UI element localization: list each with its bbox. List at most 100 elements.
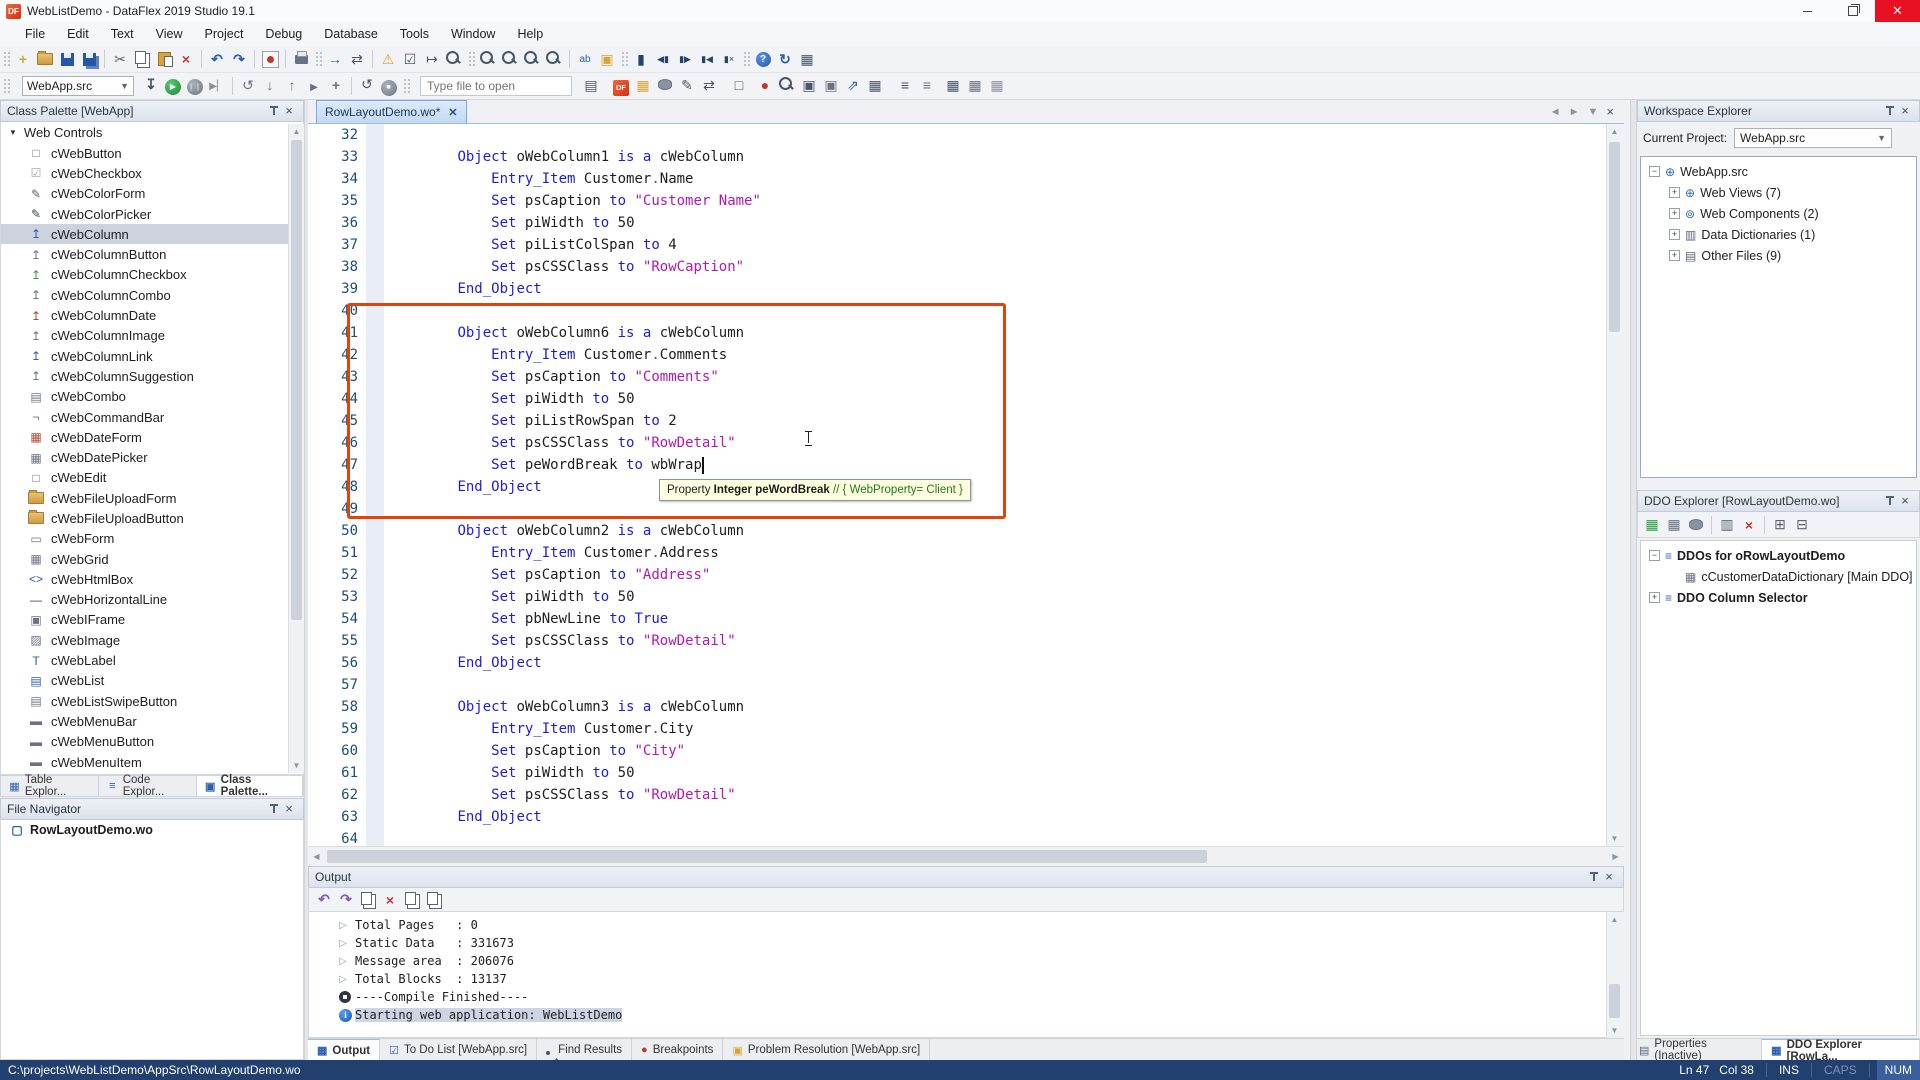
- warnings-icon[interactable]: ⚠: [377, 48, 399, 70]
- link-icon[interactable]: ⇗: [842, 75, 864, 97]
- print-icon[interactable]: [290, 48, 312, 70]
- palette-item-cwebcolorpicker[interactable]: ✎ cWebColorPicker: [1, 204, 303, 224]
- refresh-icon[interactable]: ↻: [774, 48, 796, 70]
- palette-item-cwebhorizontalline[interactable]: — cWebHorizontalLine: [1, 590, 303, 610]
- delete-icon[interactable]: ×: [175, 48, 197, 70]
- code-line[interactable]: 43 Set psCaption to "Comments": [308, 366, 1606, 388]
- grid-config-icon[interactable]: ▦: [986, 75, 1008, 97]
- menu-window[interactable]: Window: [440, 23, 506, 45]
- code-line[interactable]: 63 End_Object: [308, 806, 1606, 828]
- scroll-down-icon[interactable]: ▼: [1607, 1023, 1622, 1038]
- undo-icon[interactable]: ↶: [206, 48, 228, 70]
- save-icon[interactable]: [56, 48, 78, 70]
- code-line[interactable]: 53 Set piWidth to 50: [308, 586, 1606, 608]
- palette-item-cwebhtmlbox[interactable]: <> cWebHtmlBox: [1, 569, 303, 589]
- tree-item-webapp-src[interactable]: − ⊕ WebApp.src: [1641, 161, 1916, 182]
- palette-item-cwebcolumn[interactable]: ↥ cWebColumn: [1, 224, 303, 245]
- scroll-left-icon[interactable]: ◀: [308, 848, 325, 865]
- run-to-cursor-icon[interactable]: ▶: [303, 76, 325, 98]
- code-line[interactable]: 39 End_Object: [308, 278, 1606, 300]
- tree-item-web-components--2-[interactable]: + ⊚ Web Components (2): [1641, 203, 1916, 224]
- tab-scroll-right-icon[interactable]: ►: [1569, 106, 1580, 118]
- cut-icon[interactable]: ✂: [109, 48, 131, 70]
- code-line[interactable]: 44 Set piWidth to 50: [308, 388, 1606, 410]
- output-undo-icon[interactable]: ↶: [313, 889, 335, 911]
- code-line[interactable]: 32: [308, 124, 1606, 146]
- palette-item-cwebbutton[interactable]: □ cWebButton: [1, 143, 303, 163]
- palette-item-cwebcolumncheckbox[interactable]: ↥ cWebColumnCheckbox: [1, 265, 303, 285]
- toggle-bookmark-icon[interactable]: ▮: [630, 48, 652, 70]
- palette-item-cweblabel[interactable]: TcWebLabel: [1, 650, 303, 670]
- list-alt-icon[interactable]: ≡: [916, 74, 938, 96]
- compile-icon[interactable]: ↧: [140, 74, 162, 96]
- database-icon[interactable]: [654, 74, 676, 96]
- code-line[interactable]: 51 Entry_Item Customer.Address: [308, 542, 1606, 564]
- checklist-icon[interactable]: ☑: [399, 48, 421, 70]
- palette-item-cwebdateform[interactable]: ▦ cWebDateForm: [1, 427, 303, 447]
- clear-bookmarks-icon[interactable]: ▮×: [718, 48, 740, 70]
- help-icon[interactable]: ?: [752, 48, 774, 70]
- editor-tab[interactable]: RowLayoutDemo.wo* ✕: [316, 100, 467, 123]
- expand-icon[interactable]: ▷: [339, 920, 355, 931]
- open-file-icon[interactable]: [34, 48, 56, 70]
- output-row[interactable]: ▷ Total Blocks : 13137: [309, 970, 1623, 988]
- editor-hscrollbar[interactable]: ◀ ▶: [308, 846, 1624, 865]
- code-line[interactable]: 64: [308, 828, 1606, 846]
- tab-table-explor---[interactable]: ▦ Table Explor...: [1, 774, 99, 798]
- tab-class-palette---[interactable]: ▣ Class Palette...: [196, 774, 303, 798]
- expand-icon[interactable]: ▷: [339, 956, 355, 967]
- export-icon[interactable]: ↦: [421, 48, 443, 70]
- output-copy-icon[interactable]: [357, 889, 379, 911]
- menu-file[interactable]: File: [14, 23, 56, 45]
- pin-icon[interactable]: [265, 104, 281, 118]
- scroll-up-icon[interactable]: ▲: [289, 124, 304, 139]
- code-line[interactable]: 34 Entry_Item Customer.Name: [308, 168, 1606, 190]
- output-row[interactable]: ----Compile Finished----: [309, 988, 1623, 1006]
- pin-icon[interactable]: [1881, 104, 1897, 118]
- new-file-icon[interactable]: +: [12, 48, 34, 70]
- expand-ddos-icon[interactable]: ⊞: [1769, 514, 1791, 536]
- palette-item-cwebcolumnimage[interactable]: ↥ cWebColumnImage: [1, 326, 303, 346]
- code-line[interactable]: 37 Set piListColSpan to 4: [308, 234, 1606, 256]
- code-line[interactable]: 45 Set piListRowSpan to 2: [308, 410, 1606, 432]
- output-row[interactable]: ▷ Total Pages : 0: [309, 916, 1623, 934]
- output-copy-all-icon[interactable]: [401, 889, 423, 911]
- table-view-icon[interactable]: ▦: [864, 75, 886, 97]
- code-line[interactable]: 50 Object oWebColumn2 is a cWebColumn: [308, 520, 1606, 542]
- table-icon[interactable]: ▦: [796, 48, 818, 70]
- palette-item-cwebcolumnlink[interactable]: ↥ cWebColumnLink: [1, 346, 303, 366]
- palette-item-cwebcombo[interactable]: ▤ cWebCombo: [1, 387, 303, 407]
- ddo-db-icon[interactable]: [1685, 514, 1707, 536]
- code-line[interactable]: 58 Object oWebColumn3 is a cWebColumn: [308, 696, 1606, 718]
- tab-problem-resolution--webapp-src-[interactable]: ▣ Problem Resolution [WebApp.src]: [723, 1039, 931, 1061]
- code-line[interactable]: 46 Set psCSSClass to "RowDetail": [308, 432, 1606, 454]
- menu-debug[interactable]: Debug: [254, 23, 313, 45]
- code-line[interactable]: 55 Set psCSSClass to "RowDetail": [308, 630, 1606, 652]
- sync-icon[interactable]: ⇄: [346, 48, 368, 70]
- find-symbol-icon[interactable]: [443, 48, 465, 70]
- palette-item-cweblistswipebutton[interactable]: ▤ cWebListSwipeButton: [1, 691, 303, 711]
- tab-scroll-left-icon[interactable]: ◄: [1550, 106, 1561, 118]
- prev-bookmark-icon[interactable]: ◀▮: [652, 48, 674, 70]
- tab-list-icon[interactable]: ▼: [1588, 106, 1599, 118]
- palette-item-cwebfileuploadform[interactable]: cWebFileUploadForm: [1, 488, 303, 508]
- scroll-up-icon[interactable]: ▲: [1607, 124, 1622, 139]
- replace-icon[interactable]: ab: [574, 48, 596, 70]
- close-panel-icon[interactable]: ×: [281, 802, 297, 816]
- output-vscrollbar[interactable]: ▲ ▼: [1606, 912, 1625, 1038]
- tab-code-explor---[interactable]: ≡ Code Explor...: [99, 774, 197, 798]
- close-panel-icon[interactable]: ×: [1897, 104, 1913, 118]
- code-line[interactable]: 47 Set peWordBreak to wbWrap: [308, 454, 1606, 476]
- tree-item-ddo-column-selector[interactable]: + ≡ DDO Column Selector: [1641, 587, 1916, 608]
- tab-output[interactable]: ▦ Output: [308, 1039, 381, 1061]
- palette-item-cweblist[interactable]: ▤ cWebList: [1, 671, 303, 691]
- palette-item-cwebgrid[interactable]: ▦ cWebGrid: [1, 549, 303, 569]
- palette-item-cwebform[interactable]: ▭ cWebForm: [1, 529, 303, 549]
- collapse-icon[interactable]: −: [1649, 550, 1660, 561]
- add-ddo-icon[interactable]: ▦: [1641, 514, 1663, 536]
- web-preview-alt-icon[interactable]: ▣: [820, 75, 842, 97]
- run-icon[interactable]: ▶: [162, 76, 184, 98]
- code-line[interactable]: 49: [308, 498, 1606, 520]
- pin-icon[interactable]: [265, 802, 281, 816]
- expand-icon[interactable]: +: [1669, 187, 1680, 198]
